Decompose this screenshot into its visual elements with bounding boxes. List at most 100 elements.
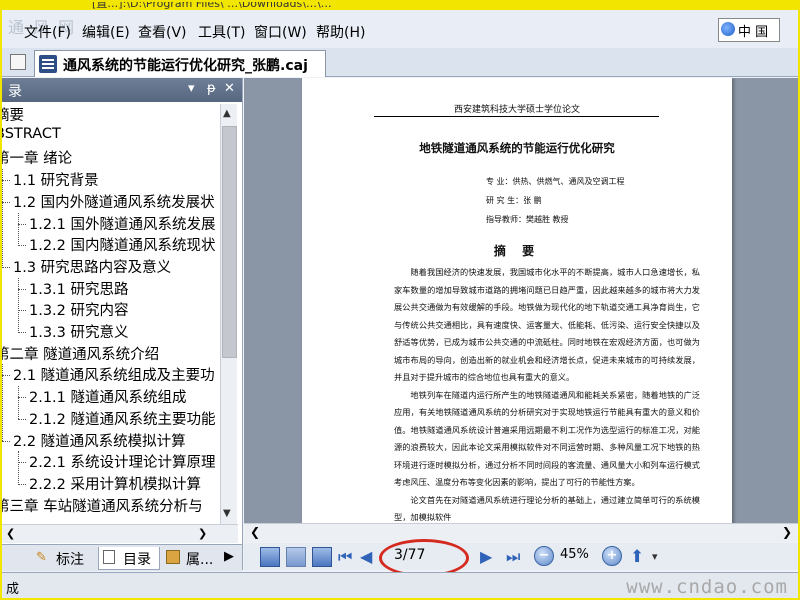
continuous-view-icon[interactable] (286, 547, 306, 567)
document-tab[interactable]: 通风系统的节能运行优化研究_张鹏.caj (34, 50, 326, 77)
toc-item[interactable]: 1.1 研究背景 (12, 169, 100, 190)
meta-student: 研 究 生：张 鹏 (486, 196, 542, 205)
toc-item[interactable]: 1.3 研究思路内容及意义 (12, 256, 172, 277)
globe-icon (721, 22, 735, 36)
pin-icon[interactable]: ᵽ (207, 81, 216, 96)
dropdown-icon[interactable]: ▾ (188, 81, 195, 96)
menu-item[interactable]: 帮助(H) (316, 22, 365, 42)
scroll-thumb[interactable] (222, 126, 237, 358)
tree-connector (18, 386, 19, 420)
language-selector[interactable]: 中 国 (718, 18, 780, 42)
scroll-right-icon[interactable]: ❯ (198, 527, 207, 540)
toc-item-label: 1.3.2 研究内容 (29, 303, 129, 320)
toc-item-label: 1.3.1 研究思路 (29, 281, 129, 298)
toc-item[interactable]: 1.2.1 国外隧道通风系统发展 (28, 213, 217, 234)
toc-item[interactable]: 2.1.2 隧道通风系统主要功能 (28, 408, 217, 429)
toc-item[interactable]: 2.2.2 采用计算机模拟计算 (28, 473, 202, 494)
toc-item[interactable]: 1.3.2 研究内容 (28, 299, 130, 320)
scroll-down-icon[interactable]: ▼ (223, 508, 231, 519)
tree-connector (2, 440, 10, 442)
toc-item-label: 2.2.2 采用计算机模拟计算 (29, 476, 202, 493)
scroll-left-icon[interactable]: ❮ (250, 525, 260, 539)
toc-item-label: 摘要 (2, 108, 24, 124)
tree-connector (18, 332, 26, 333)
tab-toc[interactable]: 目录 (98, 547, 160, 570)
toc-item-label: 第三章 车站隧道通风系统分析与 (2, 498, 203, 515)
tab-annotations[interactable]: ✎ 标注 (36, 547, 92, 569)
tree-connector (18, 397, 26, 399)
sidebar-vertical-scrollbar[interactable]: ▲ ▼ (220, 104, 237, 524)
toc-item[interactable]: 1.3.3 研究意义 (28, 321, 130, 342)
toc-item[interactable]: 1.3.1 研究思路 (28, 278, 130, 299)
page-header: 西安建筑科技大学硕士学位论文 (453, 105, 580, 115)
status-text: 成 (6, 582, 20, 597)
menu-item[interactable]: 编辑(E) (82, 22, 130, 42)
toc-item[interactable]: 1.2.2 国内隧道通风系统现状 (28, 234, 217, 255)
tab-scroll-right-icon[interactable]: ▶ (224, 549, 234, 564)
menu-item[interactable]: 查看(V) (138, 22, 187, 42)
scroll-left-icon[interactable]: ❮ (6, 527, 15, 540)
properties-icon (166, 550, 180, 564)
zoom-in-icon[interactable]: + (602, 546, 622, 566)
meta-advisor: 指导教师：樊越胜 教授 (486, 215, 569, 224)
pen-icon: ✎ (36, 550, 47, 565)
tree-connector (2, 364, 3, 442)
tree-connector (2, 169, 3, 268)
scroll-up-icon[interactable]: ▲ (223, 108, 231, 119)
toc-item[interactable]: 1.2 国内外隧道通风系统发展状 (12, 191, 216, 212)
toc-item[interactable]: 第三章 车站隧道通风系统分析与 (2, 495, 204, 516)
status-bar: 成 www.cndao.com (2, 572, 798, 598)
close-icon[interactable]: ✕ (224, 81, 235, 96)
more-options-icon[interactable]: ▾ (652, 550, 670, 568)
tree-connector (18, 277, 19, 333)
meta-major: 专 业：供热、供燃气、通风及空调工程 (486, 177, 625, 186)
previous-page-icon[interactable]: ◀ (360, 547, 378, 566)
toc-item-label: 1.2.2 国内隧道通风系统现状 (29, 238, 216, 255)
zoom-out-icon[interactable]: − (534, 546, 554, 566)
menu-item[interactable]: 窗口(W) (254, 22, 307, 42)
document-viewer[interactable]: 西安建筑科技大学硕士学位论文 地铁隧道通风系统的节能运行优化研究 专 业：供热、… (244, 78, 798, 523)
toc-item[interactable]: 2.2.1 系统设计理论计算原理 (28, 451, 217, 472)
toc-item-label: 2.1 隧道通风系统组成及主要功 (13, 368, 215, 385)
toc-item[interactable]: 摘要 (2, 104, 25, 125)
abstract-heading: 摘 要 (493, 244, 541, 258)
toc-item-label: 2.2 隧道通风系统模拟计算 (13, 433, 186, 450)
toc-item-label: 1.2 国内外隧道通风系统发展状 (13, 194, 215, 211)
toc-item[interactable]: 2.1.1 隧道通风系统组成 (28, 386, 188, 407)
toc-item[interactable]: 2.2 隧道通风系统模拟计算 (12, 430, 187, 451)
tab-properties[interactable]: 属... (166, 547, 222, 569)
viewer-horizontal-scrollbar[interactable]: ❮ ❯ (244, 523, 798, 542)
scroll-right-icon[interactable]: ❯ (782, 525, 792, 539)
first-page-icon[interactable]: ⏮ (338, 547, 356, 566)
menu-item[interactable]: 文件(F) (24, 22, 71, 42)
toc-item[interactable]: 第一章 绪论 (2, 147, 73, 168)
tree-connector (2, 266, 10, 268)
tree-connector (2, 375, 10, 377)
abstract-paragraph: 随着我国经济的快速发展，我国城市化水平的不断提高，城市人口急速增长，私家车数量的… (394, 267, 700, 382)
abstract-paragraph: 论文首先在对隧道通风系统进行理论分析的基础上，通过建立简单可行的系统模型，加模拟… (394, 494, 700, 523)
rotate-up-icon[interactable]: ⬆ (630, 547, 648, 567)
single-page-view-icon[interactable] (260, 547, 280, 567)
app-window: [直…]:\D:\Program Files\ …\Downloads\…\… … (0, 0, 800, 600)
toc-item-label: BSTRACT (2, 125, 61, 142)
toc-item-label: 1.3 研究思路内容及意义 (13, 259, 172, 276)
last-page-icon[interactable]: ⏭ (506, 547, 524, 566)
zoom-level: 45% (560, 547, 589, 562)
tree-connector (18, 223, 26, 225)
header-rule (374, 116, 659, 117)
next-page-icon[interactable]: ▶ (480, 547, 498, 566)
toc-item-label: 1.1 研究背景 (13, 173, 99, 190)
sidebar-horizontal-scrollbar[interactable]: ❮ ❯ (2, 524, 238, 543)
toc-item[interactable]: BSTRACT (2, 126, 62, 147)
tree-connector (18, 483, 26, 485)
toc-item[interactable]: 2.1 隧道通风系统组成及主要功 (12, 364, 216, 385)
toc-item-label: 2.1.2 隧道通风系统主要功能 (29, 411, 216, 428)
document-tab-bar: 通风系统的节能运行优化研究_张鹏.caj (2, 48, 798, 77)
site-watermark: www.cndao.com (626, 576, 788, 598)
document-page: 西安建筑科技大学硕士学位论文 地铁隧道通风系统的节能运行优化研究 专 业：供热、… (302, 78, 732, 523)
two-page-view-icon[interactable] (312, 547, 332, 567)
toc-item[interactable]: 第二章 隧道通风系统介绍 (2, 343, 160, 364)
menu-item[interactable]: 工具(T) (198, 22, 245, 42)
toc-item-label: 2.2.1 系统设计理论计算原理 (29, 455, 216, 472)
tab-list-icon[interactable] (10, 54, 26, 70)
